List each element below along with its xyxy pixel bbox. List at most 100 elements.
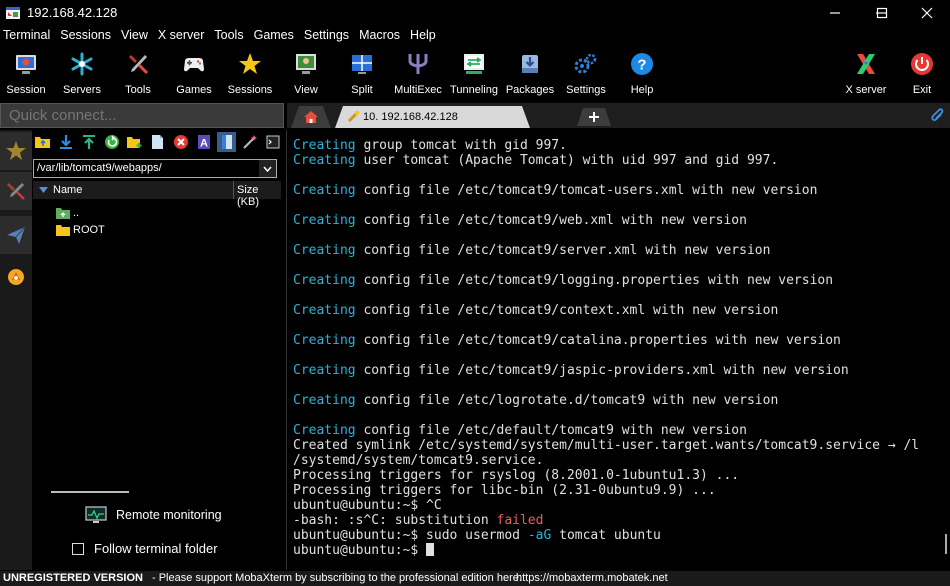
mobaxterm-link[interactable]: https://mobaxterm.mobatek.net bbox=[516, 572, 668, 584]
tools-button[interactable]: Tools bbox=[110, 48, 166, 98]
file-view-icon bbox=[221, 135, 232, 149]
horizontal-scrollbar[interactable] bbox=[51, 491, 129, 493]
remote-monitoring-button[interactable]: Remote monitoring bbox=[85, 506, 222, 524]
multiexec-icon bbox=[408, 54, 428, 74]
menu-macros[interactable]: Macros bbox=[356, 28, 403, 46]
terminal-scrollbar[interactable] bbox=[945, 534, 947, 554]
settings-button[interactable]: Settings bbox=[558, 48, 614, 98]
tunneling-button[interactable]: Tunneling bbox=[446, 48, 502, 98]
terminal-text: Creating bbox=[293, 138, 356, 153]
tunneling-icon bbox=[464, 54, 484, 74]
sessions-button[interactable]: Sessions bbox=[222, 48, 278, 98]
servers-icon bbox=[71, 52, 93, 76]
terminal-text: config file /etc/tomcat9/server.xml with… bbox=[355, 243, 771, 258]
split-button[interactable]: Split bbox=[334, 48, 390, 98]
menu-terminal[interactable]: Terminal bbox=[0, 28, 53, 46]
sftp-rename-button[interactable]: A bbox=[194, 132, 213, 152]
terminal-text: -aG bbox=[527, 528, 552, 543]
terminal-line: Creating config file /etc/tomcat9/jaspic… bbox=[293, 363, 919, 378]
multiexec-button[interactable]: MultiExec bbox=[390, 48, 446, 98]
minimize-icon bbox=[830, 12, 840, 14]
follow-terminal-folder-toggle[interactable]: Follow terminal folder bbox=[72, 541, 218, 556]
sftp-settings-button[interactable] bbox=[240, 132, 259, 152]
view-button[interactable]: View bbox=[278, 48, 334, 98]
maximize-button[interactable] bbox=[859, 0, 905, 26]
sftp-download-button[interactable] bbox=[56, 132, 75, 152]
sftp-refresh-button[interactable] bbox=[102, 132, 121, 152]
tools-icon bbox=[7, 183, 25, 200]
sftp-new-file-button[interactable] bbox=[148, 132, 167, 152]
close-icon bbox=[921, 7, 933, 19]
sort-arrow-icon[interactable] bbox=[39, 187, 48, 193]
session-button[interactable]: Session bbox=[0, 48, 54, 98]
list-item[interactable]: .. bbox=[55, 205, 79, 221]
terminal-text: Creating bbox=[293, 183, 356, 198]
packages-button[interactable]: Packages bbox=[502, 48, 558, 98]
tab-label: 10. 192.168.42.128 bbox=[363, 111, 458, 123]
terminal-line: ubuntu@ubuntu:~$ sudo usermod -aG tomcat… bbox=[293, 528, 919, 543]
paperclip-icon[interactable] bbox=[928, 107, 944, 123]
sidebar-tab-tools[interactable] bbox=[0, 172, 32, 210]
sftp-new-folder-button[interactable] bbox=[125, 132, 144, 152]
column-size[interactable]: Size (KB) bbox=[233, 181, 281, 208]
sftp-upload-button[interactable] bbox=[79, 132, 98, 152]
terminal-text: config file /etc/tomcat9/catalina.proper… bbox=[355, 333, 841, 348]
column-name[interactable]: Name bbox=[53, 184, 82, 196]
menu-tools[interactable]: Tools bbox=[211, 28, 246, 46]
menu-sessions[interactable]: Sessions bbox=[57, 28, 114, 46]
terminal-text: config file /etc/tomcat9/jaspic-provider… bbox=[355, 363, 849, 378]
home-tab[interactable] bbox=[291, 106, 331, 128]
menu-settings[interactable]: Settings bbox=[301, 28, 352, 46]
terminal-line: /systemd/system/tomcat9.service. bbox=[293, 453, 919, 468]
tools-icon bbox=[129, 55, 149, 75]
parent-folder-icon bbox=[56, 207, 70, 219]
status-bar: UNREGISTERED VERSION - Please support Mo… bbox=[0, 571, 950, 586]
help-button[interactable]: ? Help bbox=[614, 48, 670, 98]
view-icon bbox=[296, 54, 316, 74]
terminal-line: Creating config file /etc/tomcat9/server… bbox=[293, 243, 919, 258]
path-dropdown-button[interactable] bbox=[259, 160, 276, 177]
file-list-header: Name Size (KB) bbox=[33, 181, 281, 208]
sidebar-tab-sftp[interactable] bbox=[0, 216, 32, 254]
quick-connect-input[interactable] bbox=[1, 104, 283, 127]
macro-icon bbox=[8, 269, 24, 285]
tab-session-192-168-42-128[interactable]: 10. 192.168.42.128 bbox=[335, 106, 530, 128]
follow-terminal-folder-checkbox[interactable] bbox=[72, 542, 84, 555]
menu-view[interactable]: View bbox=[118, 28, 151, 46]
sftp-open-button[interactable] bbox=[217, 132, 236, 152]
exit-button[interactable]: Exit bbox=[894, 48, 950, 98]
new-file-icon bbox=[152, 135, 163, 149]
new-tab-button[interactable] bbox=[577, 108, 611, 126]
minimize-button[interactable] bbox=[812, 0, 858, 26]
sftp-terminal-button[interactable] bbox=[263, 132, 282, 152]
sftp-parent-folder-button[interactable] bbox=[33, 132, 52, 152]
terminal-text: group tomcat with gid 997. bbox=[355, 138, 567, 153]
games-button[interactable]: Games bbox=[166, 48, 222, 98]
gears-icon bbox=[574, 53, 597, 74]
list-item[interactable]: ROOT bbox=[55, 222, 105, 238]
menu-help[interactable]: Help bbox=[407, 28, 439, 46]
terminal-output: Creating group tomcat with gid 997. Creat… bbox=[293, 138, 919, 558]
x-server-button[interactable]: X server bbox=[838, 48, 894, 98]
terminal-text: config file /etc/default/tomcat9 with ne… bbox=[355, 423, 747, 438]
close-window-button[interactable] bbox=[904, 0, 950, 26]
menu-x-server[interactable]: X server bbox=[155, 28, 208, 46]
terminal-line: ubuntu@ubuntu:~$ ^C bbox=[293, 498, 919, 513]
sidebar-tab-macros[interactable] bbox=[0, 258, 32, 296]
help-icon: ? bbox=[631, 53, 653, 75]
sftp-path-field[interactable]: /var/lib/tomcat9/webapps/ bbox=[33, 159, 277, 178]
terminal-line: Creating config file /etc/default/tomcat… bbox=[293, 423, 919, 438]
menu-games[interactable]: Games bbox=[251, 28, 297, 46]
terminal-text: Creating bbox=[293, 423, 356, 438]
sidebar-tab-sessions[interactable] bbox=[0, 132, 32, 170]
terminal-view[interactable]: Creating group tomcat with gid 997. Creat… bbox=[286, 130, 950, 570]
servers-button[interactable]: Servers bbox=[54, 48, 110, 98]
sftp-delete-button[interactable] bbox=[171, 132, 190, 152]
main-toolbar: Session Servers Tools Games Sessions Vie… bbox=[0, 48, 950, 98]
terminal-text: Creating bbox=[293, 363, 356, 378]
